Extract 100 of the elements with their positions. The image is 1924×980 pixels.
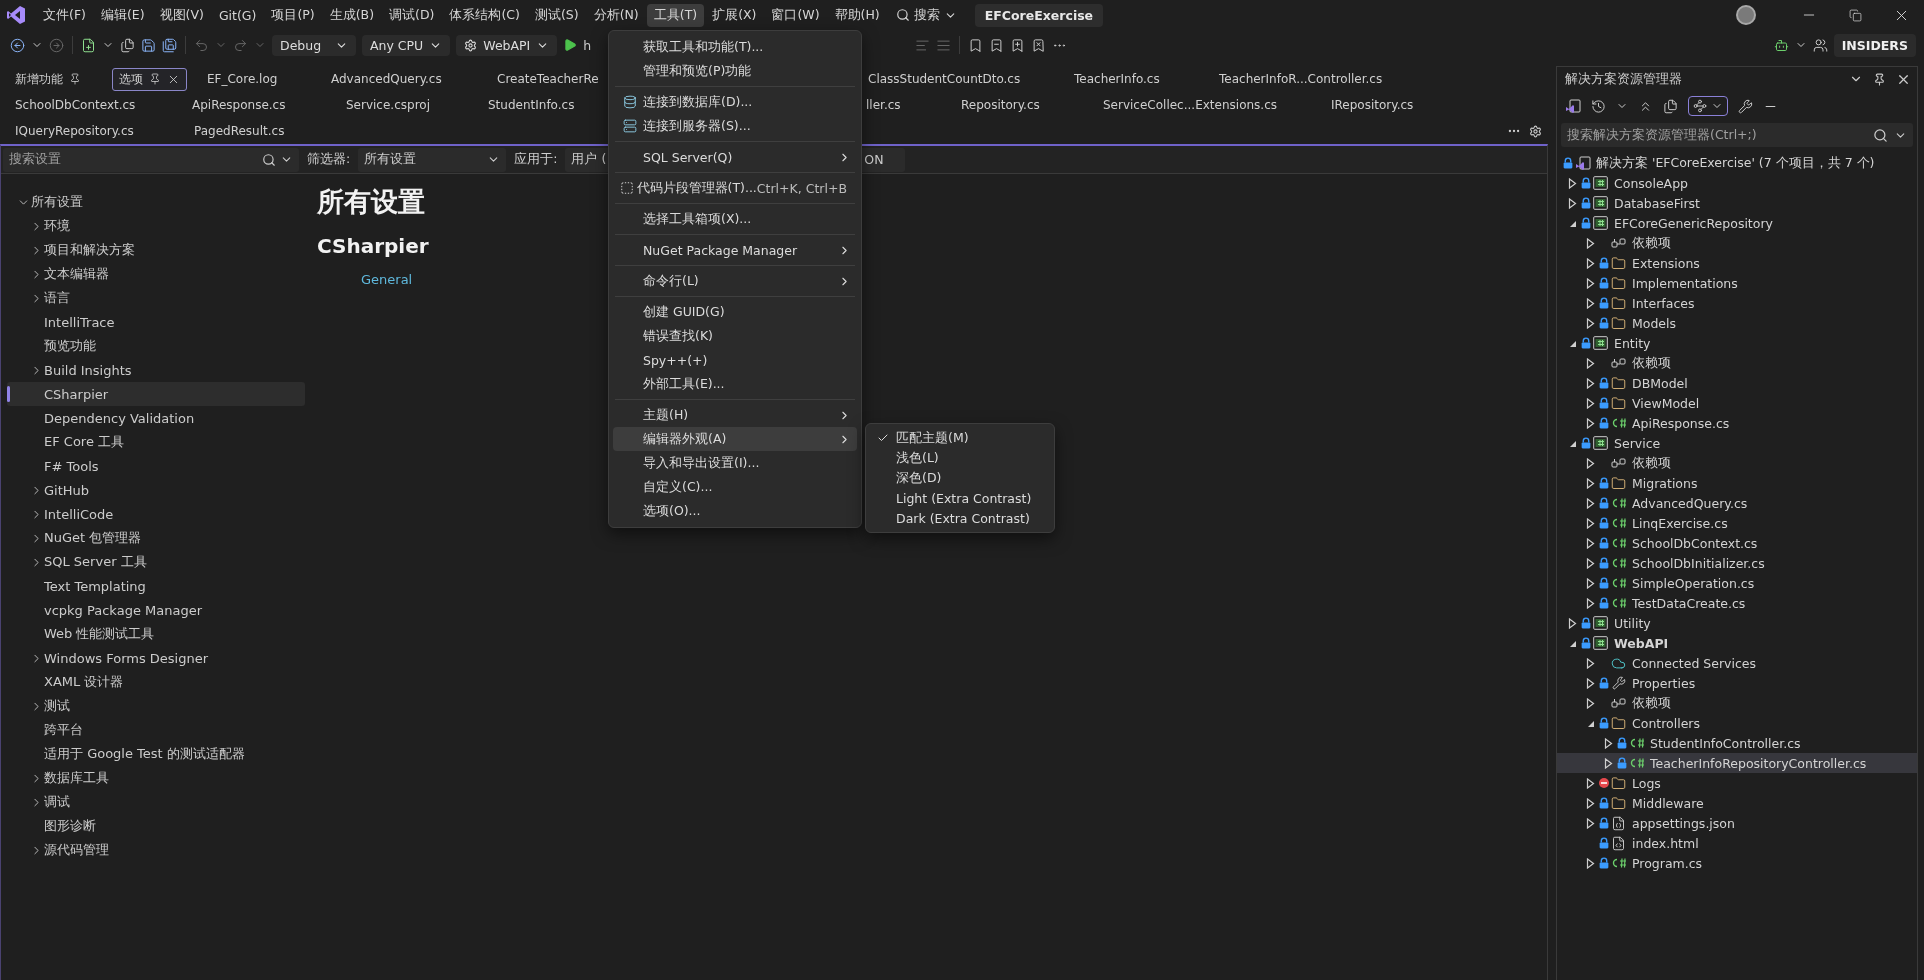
expander-icon[interactable] — [1585, 697, 1595, 709]
people-icon[interactable] — [1812, 37, 1828, 53]
pin-icon[interactable] — [69, 73, 81, 85]
save-all-icon[interactable] — [162, 37, 177, 53]
tree-item[interactable]: Migrations — [1557, 473, 1917, 493]
tree-item[interactable]: Interfaces — [1557, 293, 1917, 313]
expander-icon[interactable] — [1585, 657, 1595, 669]
expander-icon[interactable] — [1585, 457, 1595, 469]
tree-item[interactable]: EF Core 工具 — [7, 430, 305, 454]
document-tab[interactable]: ApiResponse.cs — [185, 95, 293, 115]
menu-item[interactable]: 选项(O)... — [613, 499, 857, 523]
menu-item[interactable]: 生成(B) — [322, 3, 382, 27]
robot-icon[interactable] — [1773, 37, 1789, 53]
menu-item[interactable]: 工具(T) — [646, 3, 705, 27]
pin-icon[interactable] — [1873, 72, 1886, 86]
document-tab[interactable]: SchoolDbContext.cs — [8, 95, 143, 115]
restore-icon[interactable] — [1848, 8, 1862, 22]
tree-item[interactable]: Connected Services — [1557, 653, 1917, 673]
tree-item[interactable]: 项目和解决方案 — [7, 238, 305, 262]
tree-item[interactable]: appsettings.json — [1557, 813, 1917, 833]
tree-item[interactable]: StudentInfoController.cs — [1557, 733, 1917, 753]
tree-item[interactable]: Models — [1557, 313, 1917, 333]
files-icon[interactable] — [120, 37, 135, 53]
expander-icon[interactable] — [1585, 557, 1595, 569]
tree-item[interactable]: DBModel — [1557, 373, 1917, 393]
document-tab[interactable]: CreateTeacherRe — [490, 69, 606, 89]
tree-item[interactable]: Service — [1557, 433, 1917, 453]
menu-item[interactable]: 文件(F) — [36, 3, 93, 27]
tree-item[interactable]: Dependency Validation — [7, 406, 305, 430]
back-icon[interactable] — [10, 37, 25, 53]
expander-icon[interactable] — [1585, 777, 1595, 789]
tree-item[interactable]: 调试 — [7, 790, 305, 814]
menu-item[interactable]: 创建 GUID(G) — [613, 300, 857, 324]
tree-item[interactable]: IntelliTrace — [7, 310, 305, 334]
save-icon[interactable] — [141, 37, 156, 53]
expander-icon[interactable] — [1585, 397, 1595, 409]
new-file-icon[interactable] — [81, 37, 96, 53]
tree-item[interactable]: Middleware — [1557, 793, 1917, 813]
bookmark-icon[interactable] — [989, 37, 1005, 53]
tree-item[interactable]: LinqExercise.cs — [1557, 513, 1917, 533]
expander-icon[interactable] — [1585, 317, 1595, 329]
tree-item[interactable]: SimpleOperation.cs — [1557, 573, 1917, 593]
tree-item[interactable]: 依赖项 — [1557, 453, 1917, 473]
expander-icon[interactable] — [1585, 297, 1595, 309]
expander-icon[interactable] — [1567, 197, 1577, 209]
expander-icon[interactable] — [1585, 577, 1595, 589]
menu-item[interactable]: 外部工具(E)... — [613, 372, 857, 396]
expander-icon[interactable] — [1585, 857, 1595, 869]
tree-item[interactable]: 数据库工具 — [7, 766, 305, 790]
tree-item[interactable]: Implementations — [1557, 273, 1917, 293]
avatar[interactable] — [1736, 5, 1756, 25]
tree-item[interactable]: SchoolDbContext.cs — [1557, 533, 1917, 553]
tree-item[interactable]: Program.cs — [1557, 853, 1917, 873]
tree-item[interactable]: 跨平台 — [7, 718, 305, 742]
expander-icon[interactable] — [1585, 477, 1595, 489]
tree-item[interactable]: Properties — [1557, 673, 1917, 693]
forward-icon[interactable] — [49, 37, 64, 53]
tree-item[interactable]: Text Templating — [7, 574, 305, 598]
menu-item[interactable]: 调试(D) — [382, 3, 442, 27]
tree-item[interactable]: 文本编辑器 — [7, 262, 305, 286]
general-link[interactable]: General — [361, 272, 413, 287]
bookmark-icon[interactable] — [968, 37, 984, 53]
expander-icon[interactable] — [1567, 617, 1577, 629]
menu-item[interactable]: 扩展(X) — [705, 3, 764, 27]
expander-icon[interactable] — [1603, 757, 1613, 769]
run-label[interactable]: h — [583, 37, 592, 53]
tree-item[interactable]: 图形诊断 — [7, 814, 305, 838]
menu-item[interactable]: 选择工具箱项(X)... — [613, 207, 857, 231]
tree-item[interactable]: CSharpier — [7, 382, 305, 406]
expander-icon[interactable] — [1585, 497, 1595, 509]
files-icon[interactable] — [1663, 98, 1678, 114]
menu-item[interactable]: 测试(S) — [527, 3, 586, 27]
filter-dropdown[interactable]: 所有设置 — [358, 147, 507, 172]
menu-item[interactable]: Dark (Extra Contrast) — [870, 508, 1050, 528]
menu-item[interactable]: 窗口(W) — [764, 3, 827, 27]
logo-icon[interactable] — [6, 5, 26, 25]
tree-item[interactable]: TeacherInfoRepositoryController.cs — [1557, 753, 1917, 773]
tree-item[interactable]: ViewModel — [1557, 393, 1917, 413]
tree-item[interactable]: 预览功能 — [7, 334, 305, 358]
menu-item[interactable]: 连接到服务器(S)... — [613, 114, 857, 138]
document-tab[interactable]: 新增功能 — [8, 67, 88, 91]
menu-item[interactable]: 浅色(L) — [870, 448, 1050, 468]
tree-item[interactable]: vcpkg Package Manager — [7, 598, 305, 622]
expander-icon[interactable] — [1585, 537, 1595, 549]
wrench-icon[interactable] — [1738, 98, 1753, 114]
menu-item[interactable]: Light (Extra Contrast) — [870, 488, 1050, 508]
menu-item[interactable]: 连接到数据库(D)... — [613, 90, 857, 114]
expander-icon[interactable] — [1585, 597, 1595, 609]
platform-dropdown[interactable]: Any CPU — [362, 34, 451, 56]
tree-item[interactable]: IntelliCode — [7, 502, 305, 526]
menu-item[interactable]: 项目(P) — [264, 3, 322, 27]
menu-item[interactable]: SQL Server(Q) — [613, 145, 857, 169]
expander-icon[interactable] — [1585, 237, 1595, 249]
tree-item[interactable]: SQL Server 工具 — [7, 550, 305, 574]
tree-item[interactable]: 源代码管理 — [7, 838, 305, 862]
document-tab[interactable]: PagedResult.cs — [187, 121, 292, 141]
document-tab[interactable]: StudentInfo.cs — [481, 95, 582, 115]
expander-icon[interactable] — [1585, 817, 1595, 829]
menu-item[interactable]: 编辑(E) — [93, 3, 152, 27]
tree-item[interactable]: ApiResponse.cs — [1557, 413, 1917, 433]
